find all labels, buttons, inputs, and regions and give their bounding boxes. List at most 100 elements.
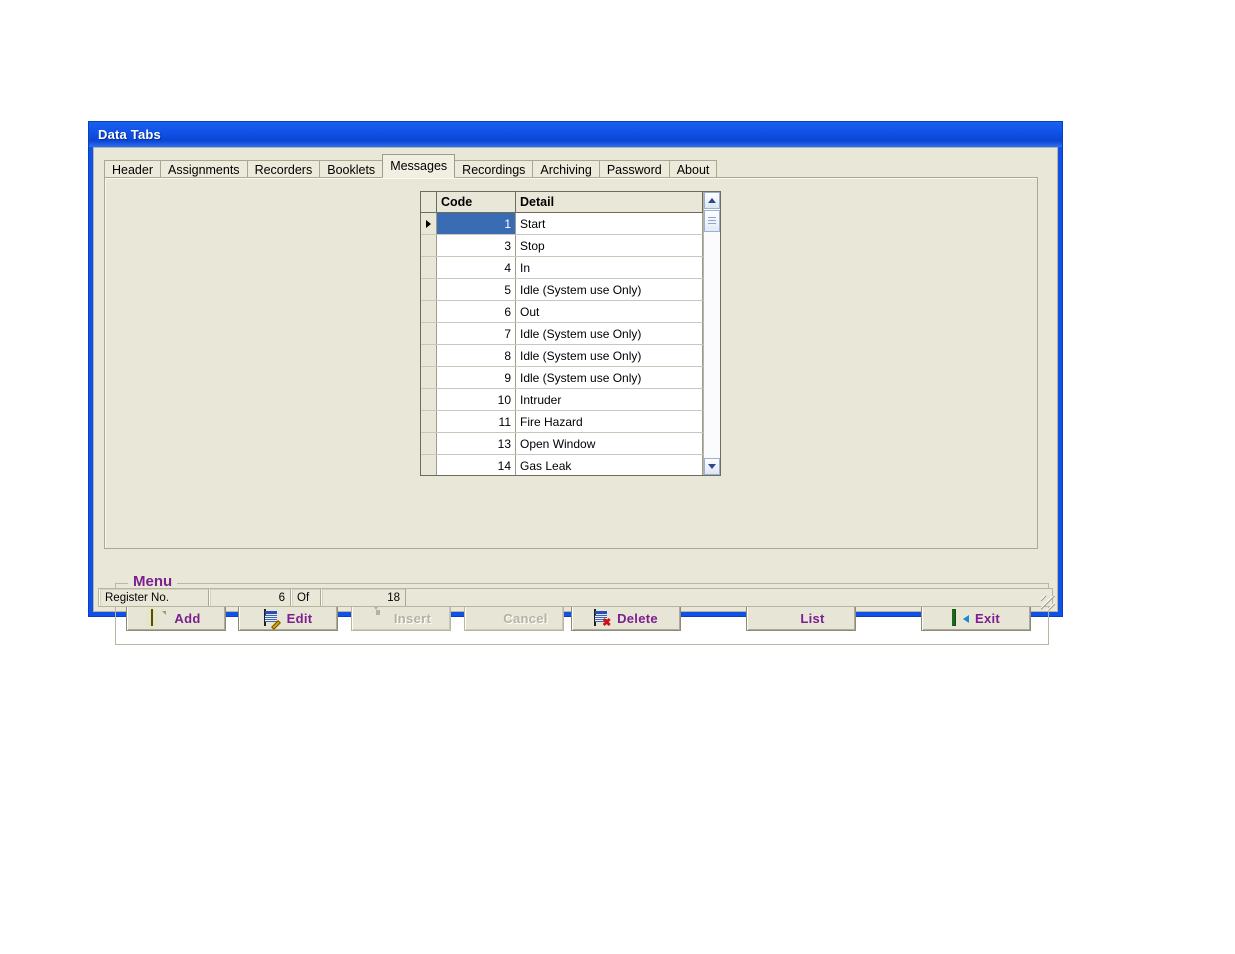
- list-button-label: List: [800, 610, 825, 626]
- cell-code[interactable]: 1: [436, 212, 516, 235]
- row-selector-cell[interactable]: [421, 454, 437, 475]
- row-selector-cell[interactable]: [421, 410, 437, 433]
- cell-detail[interactable]: Idle (System use Only): [515, 322, 703, 345]
- table-row[interactable]: 13 Open Window: [421, 432, 703, 455]
- tab-strip: Header Assignments Recorders Booklets Messag…: [104, 154, 1047, 180]
- edit-button-label: Edit: [286, 610, 313, 626]
- chevron-down-icon: [708, 464, 716, 469]
- tab-messages[interactable]: Messages: [382, 154, 456, 178]
- cell-detail[interactable]: Intruder: [515, 388, 703, 411]
- table-row[interactable]: 8 Idle (System use Only): [421, 344, 703, 367]
- status-register-label: Register No.: [99, 589, 209, 606]
- scroll-down-button[interactable]: [704, 458, 720, 475]
- delete-button[interactable]: ✖ Delete: [571, 605, 681, 631]
- cell-detail[interactable]: Stop: [515, 234, 703, 257]
- chevron-up-icon: [708, 198, 716, 203]
- exit-button-label: Exit: [974, 610, 1001, 626]
- cell-code[interactable]: 11: [436, 410, 516, 433]
- row-selector-cell[interactable]: [421, 234, 437, 257]
- table-row[interactable]: 1 Start: [421, 212, 703, 235]
- cell-detail[interactable]: In: [515, 256, 703, 279]
- status-of-label: Of: [291, 589, 321, 606]
- edit-record-icon: [263, 609, 281, 630]
- cell-code[interactable]: 3: [436, 234, 516, 257]
- cancel-icon: [480, 610, 496, 626]
- cell-code[interactable]: 7: [436, 322, 516, 345]
- grid-header: Code Detail: [421, 192, 703, 213]
- cell-detail[interactable]: Idle (System use Only): [515, 344, 703, 367]
- row-selector-cell[interactable]: [421, 388, 437, 411]
- column-header-code[interactable]: Code: [436, 192, 516, 213]
- status-spacer: [406, 589, 1052, 606]
- cell-code[interactable]: 14: [436, 454, 516, 475]
- cell-detail[interactable]: Idle (System use Only): [515, 278, 703, 301]
- column-header-detail[interactable]: Detail: [515, 192, 703, 213]
- cell-code[interactable]: 5: [436, 278, 516, 301]
- window-title: Data Tabs: [98, 127, 161, 142]
- cell-code[interactable]: 9: [436, 366, 516, 389]
- row-selector-cell[interactable]: [421, 212, 437, 235]
- window-client-area: Header Assignments Recorders Booklets Messag…: [93, 147, 1058, 645]
- table-row[interactable]: 11 Fire Hazard: [421, 410, 703, 433]
- row-selector-cell[interactable]: [421, 278, 437, 301]
- current-row-arrow-icon: [426, 219, 431, 228]
- scroll-up-button[interactable]: [704, 192, 720, 209]
- cell-code[interactable]: 10: [436, 388, 516, 411]
- table-row[interactable]: 4 In: [421, 256, 703, 279]
- cell-code[interactable]: 8: [436, 344, 516, 367]
- grid-header-row: Code Detail: [421, 192, 703, 213]
- row-selector-cell[interactable]: [421, 322, 437, 345]
- status-current-record: 6: [209, 589, 291, 606]
- scrollbar-thumb[interactable]: [704, 210, 720, 232]
- cancel-button-label: Cancel: [503, 610, 548, 626]
- delete-button-label: Delete: [617, 610, 658, 626]
- grid-body: 1 Start 3 Stop 4 In 5 Idle (System use Only) 6 Ou…: [421, 212, 703, 475]
- table-row[interactable]: 6 Out: [421, 300, 703, 323]
- scrollbar-track[interactable]: [704, 209, 720, 458]
- status-bar: Register No. 6 Of 18: [98, 588, 1053, 607]
- exit-button[interactable]: Exit: [921, 605, 1031, 631]
- grid-table: Code Detail 1 Start 3 Stop 4 In 5 Idle (System …: [421, 192, 703, 475]
- window-titlebar[interactable]: Data Tabs: [89, 122, 1062, 147]
- cell-detail[interactable]: Start: [515, 212, 703, 235]
- edit-button[interactable]: Edit: [238, 605, 338, 631]
- cell-detail[interactable]: Idle (System use Only): [515, 366, 703, 389]
- table-row[interactable]: 5 Idle (System use Only): [421, 278, 703, 301]
- row-selector-cell[interactable]: [421, 344, 437, 367]
- delete-record-icon: ✖: [594, 609, 611, 629]
- cell-detail[interactable]: Fire Hazard: [515, 410, 703, 433]
- row-selector-cell[interactable]: [421, 366, 437, 389]
- add-button[interactable]: Add: [126, 605, 226, 631]
- table-row[interactable]: 9 Idle (System use Only): [421, 366, 703, 389]
- status-total-records: 18: [321, 589, 406, 606]
- messages-grid[interactable]: Code Detail 1 Start 3 Stop 4 In 5 Idle (System …: [420, 191, 721, 476]
- cell-detail[interactable]: Gas Leak: [515, 454, 703, 475]
- grid-viewport: Code Detail 1 Start 3 Stop 4 In 5 Idle (System …: [421, 192, 703, 475]
- list-lines-icon: [777, 610, 793, 626]
- table-row[interactable]: 3 Stop: [421, 234, 703, 257]
- table-row[interactable]: 7 Idle (System use Only): [421, 322, 703, 345]
- resize-grip-icon[interactable]: [1041, 596, 1055, 610]
- cell-code[interactable]: 6: [436, 300, 516, 323]
- row-selector-header: [421, 192, 437, 213]
- insert-button-label: Insert: [393, 610, 432, 626]
- row-selector-cell[interactable]: [421, 432, 437, 455]
- table-row[interactable]: 10 Intruder: [421, 388, 703, 411]
- cell-detail[interactable]: Open Window: [515, 432, 703, 455]
- add-button-label: Add: [174, 610, 201, 626]
- grid-vertical-scrollbar[interactable]: [703, 192, 720, 475]
- insert-button: Insert: [351, 603, 451, 631]
- row-selector-cell[interactable]: [421, 256, 437, 279]
- exit-door-icon: [951, 609, 968, 626]
- new-document-icon: [151, 609, 167, 626]
- row-selector-cell[interactable]: [421, 300, 437, 323]
- table-row[interactable]: 14 Gas Leak: [421, 454, 703, 475]
- insert-arrow-icon: [370, 603, 387, 626]
- cancel-button: Cancel: [464, 605, 564, 631]
- cell-detail[interactable]: Out: [515, 300, 703, 323]
- list-button[interactable]: List: [746, 605, 856, 631]
- messages-tab-panel: Code Detail 1 Start 3 Stop 4 In 5 Idle (System …: [104, 177, 1049, 645]
- thumb-grip-icon: [708, 217, 716, 225]
- cell-code[interactable]: 4: [436, 256, 516, 279]
- cell-code[interactable]: 13: [436, 432, 516, 455]
